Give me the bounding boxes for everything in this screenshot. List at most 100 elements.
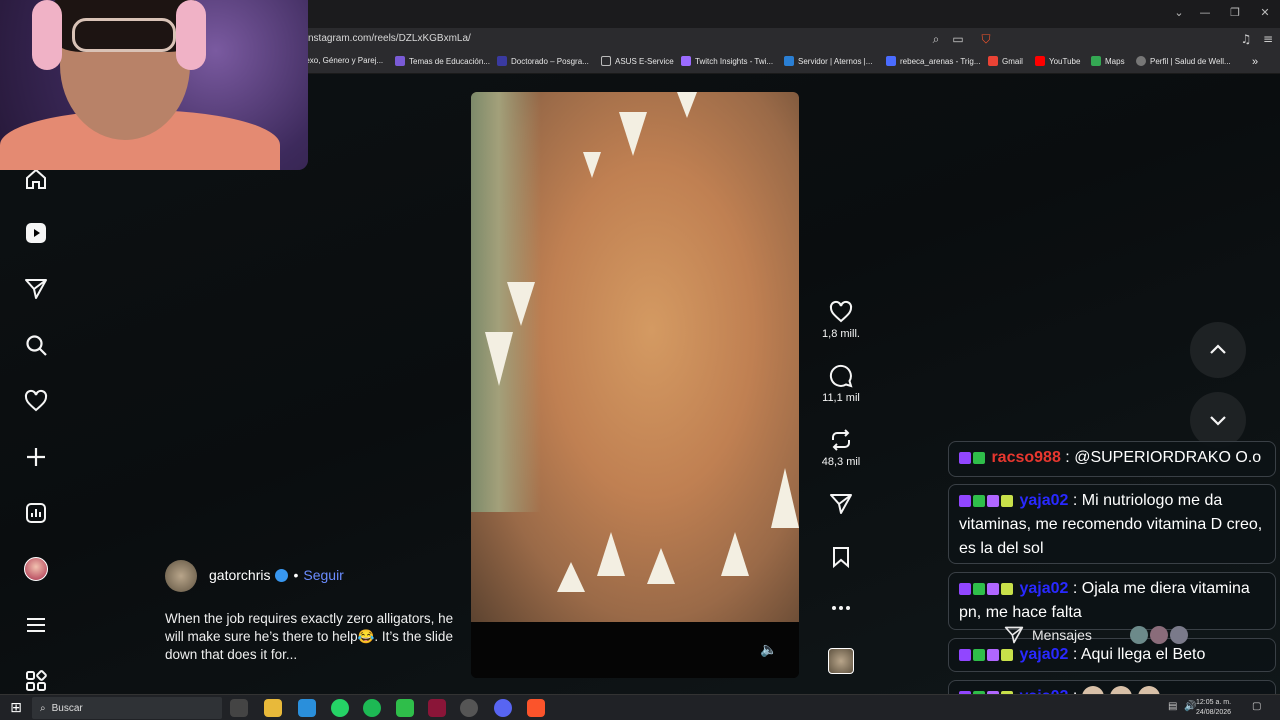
chat-separator: :: [1072, 646, 1078, 664]
tooth: [583, 152, 601, 178]
create-icon[interactable]: [22, 443, 50, 471]
bookmark-label: Twitch Insights - Twi...: [695, 56, 774, 66]
notifications-icon[interactable]: ▢: [1252, 701, 1261, 712]
send-icon[interactable]: [22, 275, 50, 303]
avatar: [1169, 626, 1188, 644]
badge-icon: [987, 648, 999, 661]
badge-icon: [959, 582, 971, 595]
whatsapp-icon[interactable]: [331, 699, 349, 717]
volume-icon[interactable]: 🔊: [1184, 701, 1196, 712]
repost-button[interactable]: 48,3 mil: [816, 428, 866, 468]
chat-separator: :: [1072, 492, 1078, 510]
discord-icon[interactable]: [494, 699, 512, 717]
reel-caption[interactable]: When the job requires exactly zero allig…: [165, 610, 455, 664]
task-view-icon[interactable]: [230, 699, 248, 717]
repost-count: 48,3 mil: [821, 456, 861, 468]
windows-start-icon[interactable]: ⊞: [8, 700, 24, 716]
bookmark-item[interactable]: Maps: [1091, 56, 1125, 66]
save-button[interactable]: [816, 545, 866, 569]
previous-reel-button[interactable]: [1190, 322, 1246, 378]
search-icon[interactable]: [22, 331, 50, 359]
bookmark-item[interactable]: Gmail: [988, 56, 1023, 66]
media-controls-icon[interactable]: ♫: [1238, 32, 1254, 48]
insights-icon[interactable]: [22, 499, 50, 527]
tooth: [485, 332, 513, 386]
tooth: [597, 532, 625, 576]
comment-button[interactable]: 11,1 mil: [816, 364, 866, 404]
heart-icon[interactable]: [22, 387, 50, 415]
author-username[interactable]: gatorchris: [209, 567, 270, 583]
author-avatar[interactable]: [165, 560, 197, 592]
bookmark-favicon-icon: [395, 56, 405, 66]
chat-separator: :: [1072, 580, 1078, 598]
tooth: [557, 562, 585, 592]
audio-thumbnail[interactable]: [828, 648, 854, 674]
taskbar-search-input[interactable]: ⌕ Buscar: [32, 697, 222, 719]
follow-button[interactable]: Seguir: [303, 567, 343, 583]
taskbar-clock[interactable]: 12:05 a. m. 24/08/2026: [1196, 698, 1231, 718]
bookmark-favicon-icon: [886, 56, 896, 66]
like-count: 1,8 mill.: [822, 328, 860, 340]
close-window-button[interactable]: ✕: [1250, 6, 1280, 22]
badge-icon: [959, 451, 971, 464]
search-icon: ⌕: [40, 702, 46, 714]
reel-video[interactable]: 🔈: [471, 92, 799, 678]
zoom-icon[interactable]: ⌕: [928, 32, 944, 48]
browser-menu-icon[interactable]: ≡: [1260, 32, 1276, 48]
badge-icon: [1001, 648, 1013, 661]
bookmark-item[interactable]: ASUS E-Service: [601, 56, 674, 66]
more-options-button[interactable]: [816, 596, 866, 620]
bookmark-label: YouTube: [1049, 56, 1081, 66]
bookmark-item[interactable]: Servidor | Aternos |...: [784, 56, 872, 66]
bookmark-item[interactable]: YouTube: [1035, 56, 1080, 66]
badge-icon: [987, 582, 999, 595]
chat-message: yaja02 : Ojala me diera vitamina pn, me …: [948, 572, 1276, 630]
chat-message: racso988 : @SUPERIORDRAKO O.o: [948, 441, 1276, 477]
bookmark-item[interactable]: rebeca_arenas - Trig...: [886, 56, 980, 66]
store-icon[interactable]: [298, 699, 316, 717]
file-explorer-icon[interactable]: [264, 699, 282, 717]
bookmark-item[interactable]: Doctorado – Posgra...: [497, 56, 589, 66]
minimize-button[interactable]: —: [1190, 6, 1220, 22]
reels-icon[interactable]: [22, 219, 50, 247]
like-button[interactable]: 1,8 mill.: [816, 300, 866, 340]
profile-avatar[interactable]: [22, 555, 50, 583]
bookmark-label: Perfil | Salud de Well...: [1150, 56, 1231, 66]
more-icon: [832, 606, 850, 610]
youtube-icon: [1035, 56, 1045, 66]
spotify-icon[interactable]: [363, 699, 381, 717]
badge-icon: [1001, 494, 1013, 507]
badge-icon: [973, 648, 985, 661]
streamer-glasses: [72, 18, 176, 52]
brave-shield-icon[interactable]: ⛉: [978, 32, 994, 48]
messages-label: Mensajes: [1032, 627, 1092, 643]
brave-icon[interactable]: [527, 699, 545, 717]
cast-icon[interactable]: ▭: [950, 32, 966, 48]
vivaldi-icon[interactable]: [428, 699, 446, 717]
badge-icon: [959, 494, 971, 507]
bookmark-label: Temas de Educación...: [409, 56, 490, 66]
reel-bottom-bar: [471, 622, 799, 678]
menu-icon[interactable]: [22, 611, 50, 639]
obs-icon[interactable]: [460, 699, 478, 717]
app-icon[interactable]: [396, 699, 414, 717]
chevron-down-icon: [1210, 416, 1226, 426]
bookmark-item[interactable]: Perfil | Salud de Well...: [1136, 56, 1231, 66]
maximize-button[interactable]: ❐: [1220, 6, 1250, 22]
messages-button[interactable]: Mensajes: [1004, 624, 1224, 646]
share-button[interactable]: [816, 492, 866, 516]
send-icon: [830, 494, 852, 514]
apps-icon[interactable]: [22, 667, 50, 695]
next-reel-button[interactable]: [1190, 392, 1246, 448]
heart-icon: [829, 300, 853, 323]
bookmark-item[interactable]: Temas de Educación...: [395, 56, 490, 66]
chat-badges: [959, 643, 1015, 667]
mute-icon[interactable]: 🔈: [757, 638, 781, 662]
bookmark-item[interactable]: Sexo, Género y Parej...: [300, 56, 383, 65]
url-text[interactable]: nstagram.com/reels/DZLxKGBxmLa/: [308, 33, 471, 44]
bookmark-item[interactable]: Twitch Insights - Twi...: [681, 56, 773, 66]
chat-badges: [959, 577, 1015, 601]
more-bookmarks-icon[interactable]: »: [1252, 56, 1258, 68]
bookmark-label: Servidor | Aternos |...: [798, 56, 873, 66]
network-icon[interactable]: ▤: [1168, 701, 1177, 712]
